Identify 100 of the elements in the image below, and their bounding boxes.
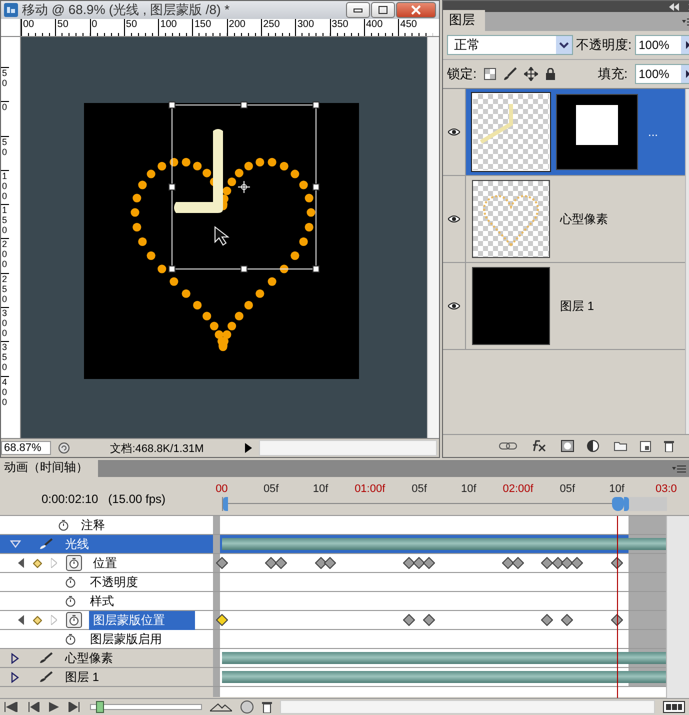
ruler-label: 250 [261,19,296,36]
onion-skin-icon[interactable] [240,700,254,714]
time-label: 03:0 [656,483,677,495]
link-icon[interactable] [498,442,517,450]
minimize-button[interactable] [346,2,370,18]
previous-keyframe-icon[interactable] [18,558,24,568]
layer-row[interactable]: ... [443,89,685,176]
mountain-icon[interactable] [210,702,232,712]
ruler-label: 300 [1,307,9,342]
property-name[interactable]: 位置 [89,554,121,572]
fill-field[interactable]: 100% [634,64,689,84]
move-icon[interactable] [524,67,538,81]
play-icon[interactable] [48,702,60,712]
stopwatch-icon[interactable] [65,595,76,607]
layer-name[interactable]: 心型像素 [65,650,113,666]
scrollbar[interactable] [427,37,439,438]
first-frame-icon[interactable] [4,702,18,712]
eye-icon[interactable] [448,215,460,223]
keyframe[interactable] [561,557,574,569]
property-name[interactable]: 图层蒙版启用 [86,630,166,648]
keyframe[interactable] [571,557,584,569]
keyframe[interactable] [324,557,336,569]
layer-name: 心型像素 [560,210,608,228]
close-button[interactable] [396,2,436,18]
keyframe[interactable] [552,557,564,569]
blend-mode-dropdown[interactable]: 正常 [447,35,573,55]
panel-menu-icon[interactable] [672,464,686,472]
keyframe[interactable] [403,557,416,569]
document-info: 文档:468.8K/1.31M [109,442,205,456]
stopwatch-icon[interactable] [65,576,76,588]
keyframe[interactable] [561,614,574,626]
ruler-label: 350 [1,341,9,376]
mask-icon[interactable] [560,440,574,452]
adjustment-icon[interactable] [586,440,601,452]
keyframe[interactable] [512,557,524,569]
new-layer-icon[interactable] [640,440,651,452]
layer-row[interactable]: 图层 1 [443,263,685,350]
keyframe[interactable] [541,614,554,626]
add-keyframe-icon[interactable] [33,558,42,568]
keyframe[interactable] [216,614,228,626]
time-label: 02:00f [502,483,534,495]
ruler-label: 150 [1,204,9,238]
time-label: 10f [312,483,328,495]
previous-frame-icon[interactable] [26,702,40,712]
zoom-field[interactable]: 68.87% [1,441,51,455]
brush-icon [39,652,53,664]
keyframe[interactable] [265,557,278,569]
zoom-slider[interactable] [90,704,202,710]
layer-name: ... [648,125,658,139]
trash-icon[interactable] [664,440,674,452]
layers-tab[interactable]: 图层 [443,10,485,31]
keyframe[interactable] [314,557,327,569]
keyframe[interactable] [541,557,554,569]
keyframe[interactable] [403,614,416,626]
property-name[interactable]: 样式 [86,592,118,610]
add-keyframe-icon[interactable] [33,616,42,624]
eye-icon[interactable] [448,302,460,310]
keyframe[interactable] [423,557,436,569]
status-icon[interactable] [57,441,71,455]
brush-icon[interactable] [502,67,517,81]
stopwatch-icon[interactable] [58,519,69,531]
panel-toggle-icon[interactable] [663,701,685,713]
keyframe[interactable] [502,557,514,569]
animation-tab[interactable]: 动画（时间轴） [0,458,98,477]
caret-icon[interactable] [10,652,21,664]
property-name[interactable]: 不透明度 [86,572,142,592]
previous-keyframe-icon[interactable] [18,615,24,625]
layer-name[interactable]: 图层 1 [65,668,100,686]
trash-icon[interactable] [262,701,272,713]
layer-name: 图层 1 [560,298,594,314]
keyframe[interactable] [413,557,426,569]
eye-icon[interactable] [448,128,460,136]
time-label: 00 [216,483,228,495]
keyframe[interactable] [423,614,436,626]
next-frame-icon[interactable] [68,702,82,712]
scrollbar[interactable] [280,700,655,714]
brush-icon [39,538,53,550]
opacity-field[interactable]: 100% [634,35,689,55]
property-name[interactable]: 图层蒙版位置 [89,610,195,630]
slider-thumb[interactable] [96,701,104,713]
stopwatch-icon[interactable] [66,555,82,571]
keyframe[interactable] [216,557,228,569]
stopwatch-icon[interactable] [66,612,82,628]
keyframe[interactable] [275,557,288,569]
folder-icon[interactable] [614,441,627,451]
play-icon[interactable] [243,442,253,454]
brush-icon [39,671,53,683]
stopwatch-icon[interactable] [65,633,76,645]
scrollbar[interactable] [666,516,689,698]
transform-box[interactable] [168,102,320,272]
caret-icon[interactable] [10,538,21,550]
layer-name[interactable]: 光线 [65,536,89,552]
caret-icon[interactable] [10,672,21,682]
time-label: 10f [609,483,624,495]
ruler-label: 0 [1,101,9,136]
maximize-button[interactable] [371,2,395,18]
layer-row[interactable]: 心型像素 [443,176,685,263]
lock-icon[interactable] [544,68,556,80]
scrollbar[interactable] [259,440,437,456]
lock-transparency-icon[interactable] [484,68,496,80]
